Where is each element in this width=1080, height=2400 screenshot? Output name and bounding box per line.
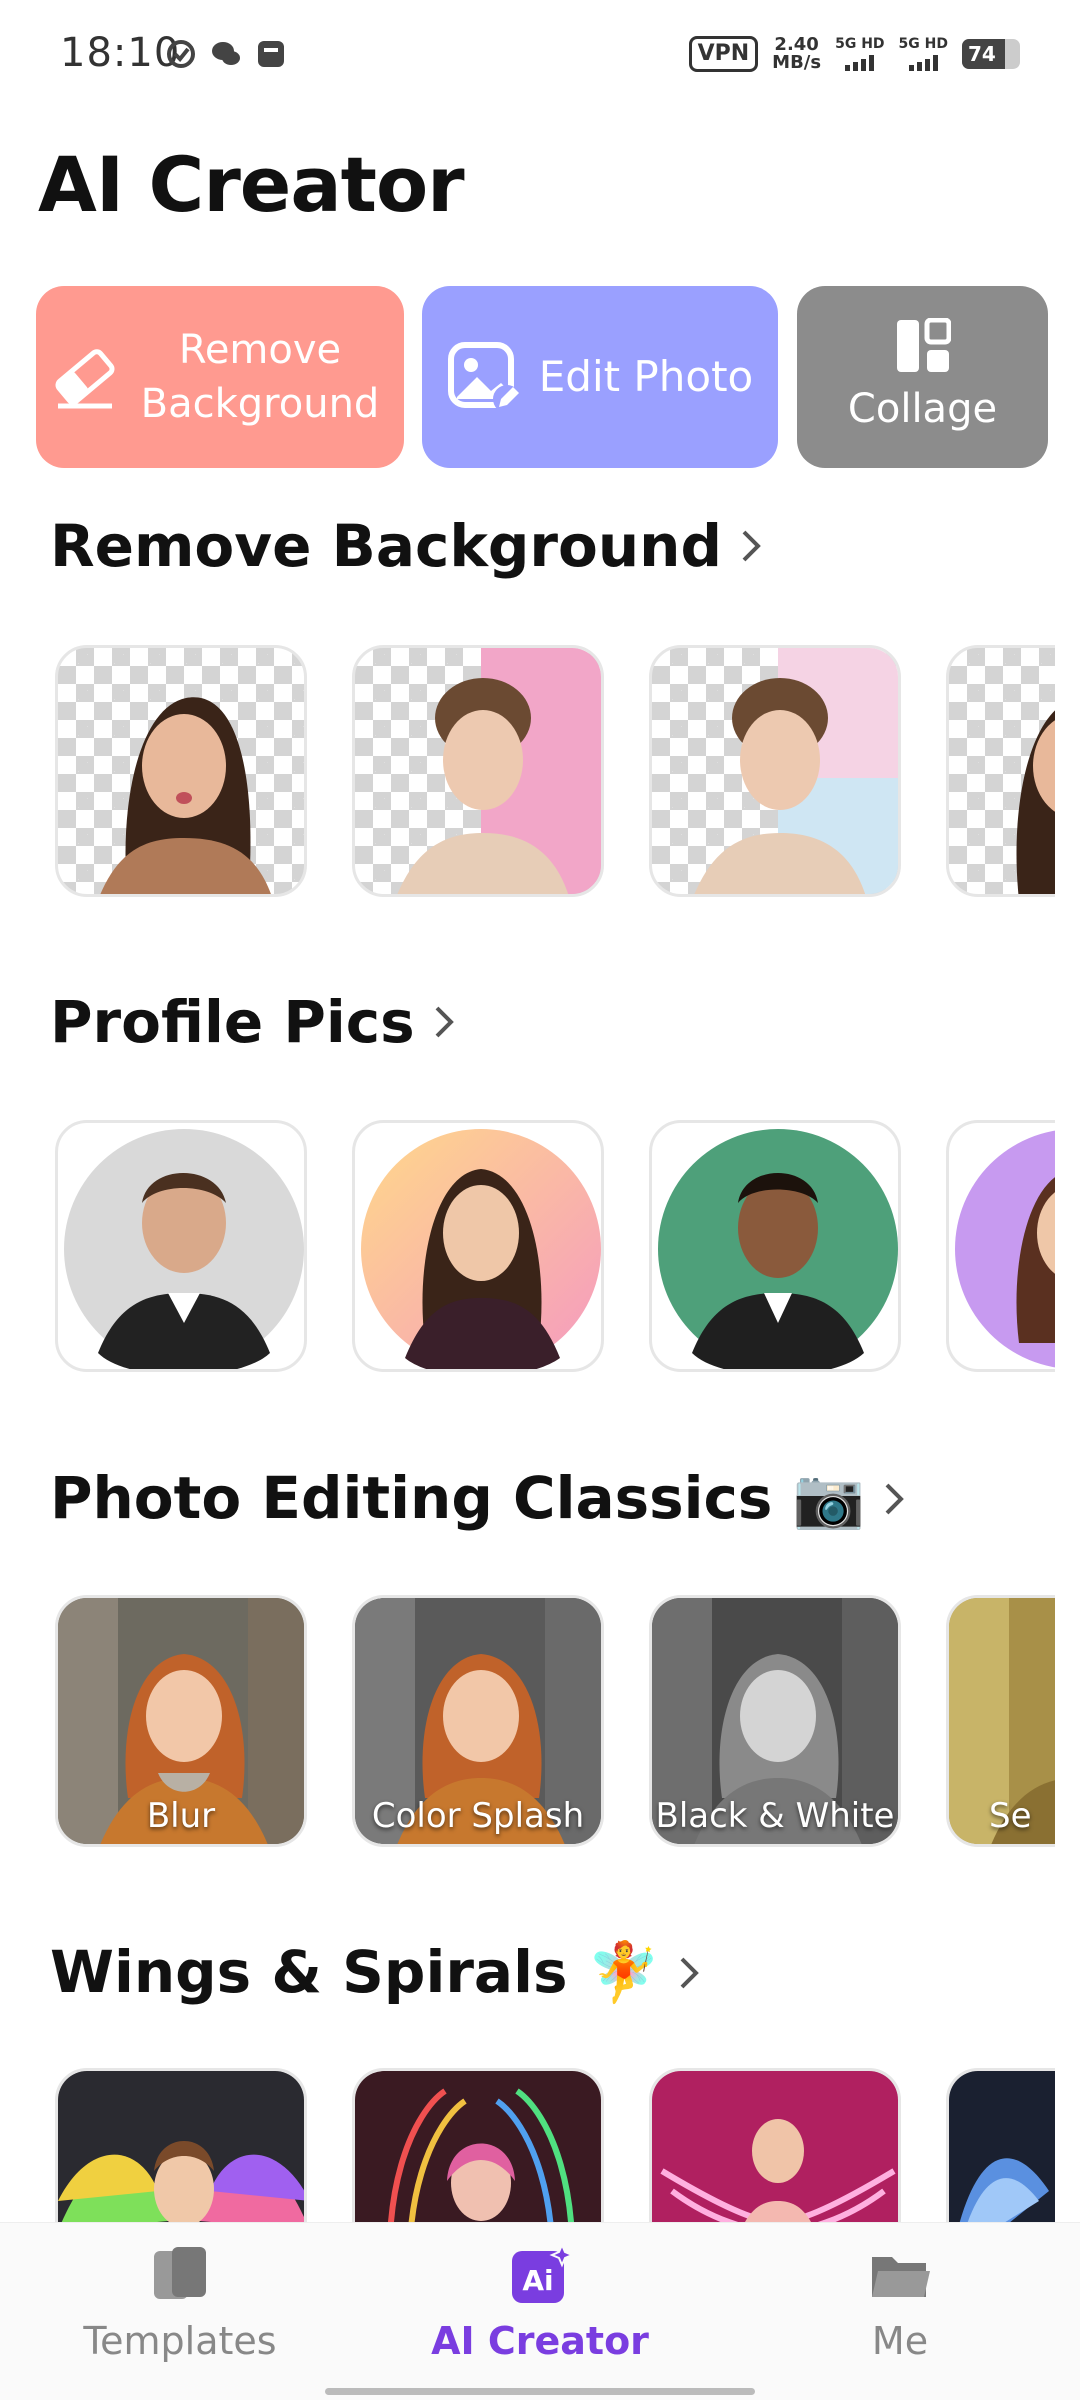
remove-background-label: Remove Background — [140, 327, 380, 427]
signal-1: 5G HD — [835, 36, 885, 71]
section-profile-pics-header[interactable]: Profile Pics — [50, 988, 455, 1056]
battery-icon: 74 — [962, 39, 1020, 69]
photo-edit-tile-blur[interactable]: Blur — [55, 1595, 307, 1847]
collage-label: Collage — [847, 386, 998, 432]
wings-tile[interactable] — [55, 2068, 307, 2222]
portrait-image — [694, 648, 898, 894]
wings-portrait-image — [949, 2071, 1055, 2222]
sync-icon — [167, 40, 195, 68]
section-wings-spirals-header[interactable]: Wings & Spirals 🧚 — [50, 1938, 700, 2007]
section-photo-editing-title: Photo Editing Classics 📷 — [50, 1464, 865, 1532]
remove-bg-tile[interactable] — [649, 645, 901, 897]
profile-pic-tile[interactable] — [55, 1120, 307, 1372]
signal-1-bars-icon — [835, 55, 884, 71]
page-title: AI Creator — [38, 140, 465, 229]
templates-icon — [154, 2247, 206, 2299]
profile-pic-tile[interactable] — [649, 1120, 901, 1372]
portrait-image — [397, 648, 601, 894]
status-bar: 18:10 VPN 2.40 MB/s 5G HD 5G HD 74 — [0, 0, 1080, 110]
svg-text:Ai: Ai — [522, 2264, 553, 2297]
edit-photo-button[interactable]: Edit Photo — [422, 286, 778, 468]
folder-icon — [872, 2257, 930, 2297]
screen: 18:10 VPN 2.40 MB/s 5G HD 5G HD 74 AI Cr… — [0, 0, 1080, 2400]
section-remove-background-header[interactable]: Remove Background — [50, 512, 762, 580]
tile-label-color-splash: Color Splash — [371, 1796, 585, 1836]
photo-editing-row: Blur Color Splash Black & White Se — [0, 1595, 1055, 1847]
chevron-right-icon — [435, 1006, 454, 1038]
remove-background-row — [0, 645, 1055, 897]
avatar-image — [658, 1129, 898, 1369]
avatar-image — [955, 1130, 1055, 1368]
vpn-badge: VPN — [688, 36, 759, 72]
status-time: 18:10 — [60, 30, 181, 76]
nav-label-ai-creator: AI Creator — [431, 2319, 649, 2363]
collage-icon — [896, 318, 951, 372]
wings-spirals-row — [0, 2068, 1055, 2222]
signal-1-label: 5G HD — [835, 36, 885, 52]
network-speed: 2.40 MB/s — [772, 36, 821, 72]
wings-tile[interactable] — [352, 2068, 604, 2222]
portrait-image — [1016, 710, 1055, 894]
photo-edit-tile-sepia[interactable]: Se — [946, 1595, 1055, 1847]
section-remove-background-title: Remove Background — [50, 512, 722, 580]
tile-label-blur: Blur — [146, 1796, 216, 1836]
nav-label-me: Me — [871, 2319, 929, 2363]
section-photo-editing-header[interactable]: Photo Editing Classics 📷 — [50, 1464, 905, 1533]
chat-icon — [212, 42, 240, 65]
nav-tab-ai-creator[interactable]: Ai AI Creator — [390, 2242, 690, 2363]
signal-2-label: 5G HD — [898, 36, 948, 52]
eraser-icon — [55, 349, 115, 409]
bottom-navigation: Templates Ai AI Creator Me — [0, 2222, 1080, 2400]
chevron-right-icon — [885, 1483, 904, 1514]
photo-edit-tile-color-splash[interactable]: Color Splash — [352, 1595, 604, 1847]
speed-unit: MB/s — [772, 52, 822, 73]
profile-pic-tile[interactable] — [352, 1120, 604, 1372]
status-right: VPN 2.40 MB/s 5G HD 5G HD 74 — [688, 36, 1020, 72]
wings-tile[interactable] — [649, 2068, 901, 2222]
remove-background-button[interactable]: Remove Background — [36, 286, 404, 468]
portrait-image — [100, 697, 271, 894]
wings-portrait-image — [652, 2071, 898, 2222]
collage-button[interactable]: Collage — [797, 286, 1048, 468]
signal-2-bars-icon — [899, 55, 948, 71]
photo-edit-tile-black-white[interactable]: Black & White — [649, 1595, 901, 1847]
nav-label-templates: Templates — [83, 2319, 277, 2363]
avatar-image — [361, 1129, 601, 1369]
remove-bg-tile[interactable] — [946, 645, 1055, 897]
remove-bg-tile[interactable] — [352, 645, 604, 897]
section-wings-spirals-title: Wings & Spirals 🧚 — [50, 1938, 660, 2006]
battery-level: 74 — [968, 42, 996, 66]
edit-image-icon — [447, 342, 521, 413]
section-profile-pics-title: Profile Pics — [50, 988, 415, 1056]
nav-tab-templates[interactable]: Templates — [30, 2243, 330, 2363]
home-indicator[interactable] — [325, 2388, 755, 2395]
tile-label-sepia: Se — [989, 1796, 1032, 1836]
tile-label-black-white: Black & White — [655, 1796, 895, 1836]
ai-sparkle-icon: Ai — [512, 2242, 575, 2303]
chevron-right-icon — [742, 530, 761, 562]
edit-photo-label: Edit Photo — [538, 352, 754, 401]
profile-pic-tile[interactable] — [946, 1120, 1055, 1372]
nav-tab-me[interactable]: Me — [750, 2243, 1050, 2363]
wings-portrait-image — [58, 2071, 304, 2222]
signal-2: 5G HD — [899, 37, 948, 71]
notification-icon — [258, 41, 284, 67]
avatar-image — [64, 1129, 304, 1369]
wings-portrait-image — [355, 2071, 601, 2222]
profile-pics-row — [0, 1120, 1055, 1372]
chevron-right-icon — [680, 1957, 699, 1988]
wings-tile[interactable] — [946, 2068, 1055, 2222]
remove-bg-tile[interactable] — [55, 645, 307, 897]
